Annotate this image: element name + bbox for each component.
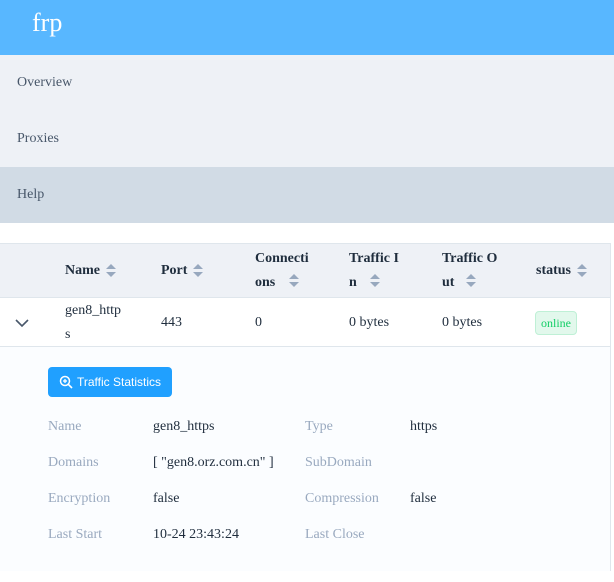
column-label-connections: Connecti ons (255, 251, 309, 290)
status-badge: online (535, 310, 577, 335)
detail-value-type: https (410, 419, 438, 434)
column-header-traffic-out[interactable]: Traffic O ut (442, 244, 522, 298)
cell-traffic-in: 0 bytes (349, 314, 390, 330)
traffic-statistics-label: Traffic Statistics (76, 375, 162, 389)
detail-label-last-close: Last Close (305, 527, 365, 542)
column-header-port[interactable]: Port (161, 244, 204, 298)
sort-caret-icon[interactable] (466, 274, 476, 288)
column-header-traffic-in[interactable]: Traffic I n (349, 244, 429, 298)
detail-label-domains: Domains (48, 455, 99, 470)
detail-value-encryption: false (153, 491, 180, 506)
menu-item-proxies[interactable]: Proxies (0, 111, 614, 167)
table-row[interactable]: gen8_http s 443 0 0 bytes 0 bytes online (0, 298, 610, 347)
top-header: frp (0, 0, 614, 55)
sort-caret-icon[interactable] (370, 274, 380, 288)
proxies-table: Name Port Connecti ons Traffic I n Traff… (0, 243, 611, 571)
cell-connections: 0 (255, 314, 262, 330)
column-header-name[interactable]: Name (65, 244, 116, 298)
sort-caret-icon[interactable] (106, 264, 116, 278)
column-header-connections[interactable]: Connecti ons (255, 244, 335, 298)
sort-caret-icon[interactable] (577, 264, 588, 278)
traffic-statistics-button[interactable]: Traffic Statistics (48, 367, 172, 397)
table-header: Name Port Connecti ons Traffic I n Traff… (0, 244, 610, 298)
detail-label-name: Name (48, 419, 82, 434)
cell-traffic-out: 0 bytes (442, 314, 483, 330)
zoom-in-icon (59, 375, 73, 389)
menu-item-overview[interactable]: Overview (0, 55, 614, 111)
cell-status: online (535, 298, 577, 347)
cell-port: 443 (161, 314, 182, 330)
detail-value-domains: [ "gen8.orz.com.cn" ] (153, 455, 274, 470)
column-label-status: status (536, 263, 572, 278)
chevron-down-icon[interactable] (14, 315, 30, 331)
cell-name: gen8_http s (65, 302, 121, 342)
column-label-name: Name (65, 263, 100, 278)
detail-label-type: Type (305, 419, 333, 434)
detail-label-last-start: Last Start (48, 527, 103, 542)
detail-value-compression: false (410, 491, 437, 506)
detail-label-compression: Compression (305, 491, 379, 506)
detail-value-name: gen8_https (153, 419, 215, 434)
column-header-status[interactable]: status (536, 244, 588, 298)
column-label-port: Port (161, 263, 188, 278)
expanded-detail-panel: Traffic Statistics Name gen8_https Type … (0, 347, 610, 571)
side-menu: Overview Proxies Help (0, 55, 614, 223)
detail-label-subdomain: SubDomain (305, 455, 372, 470)
menu-item-help[interactable]: Help (0, 167, 614, 223)
detail-label-encryption: Encryption (48, 491, 111, 506)
sort-caret-icon[interactable] (289, 274, 299, 288)
sort-caret-icon[interactable] (193, 264, 204, 278)
app-title[interactable]: frp (32, 8, 62, 38)
detail-value-last-start: 10-24 23:43:24 (153, 527, 239, 542)
